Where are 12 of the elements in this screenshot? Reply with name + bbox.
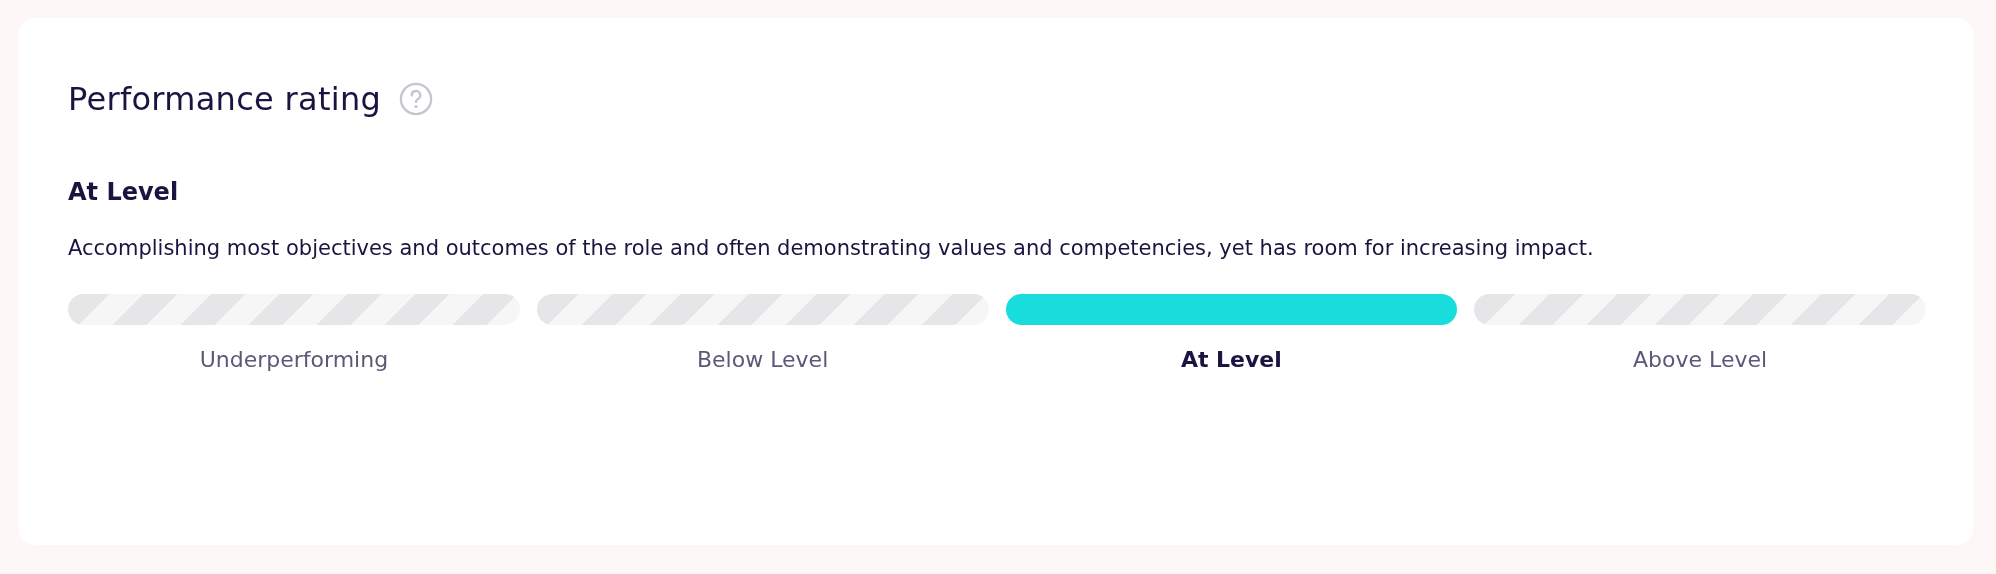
level-label: Underperforming <box>199 347 389 372</box>
rating-description: Accomplishing most objectives and outcomes of the role and often demonstrating values and competencies, yet has room for increasing impact. <box>68 235 1595 262</box>
rating-bar[interactable] <box>536 294 989 325</box>
rating-name: At Level <box>68 178 180 206</box>
level-label: Above Level <box>1633 347 1768 372</box>
help-icon[interactable] <box>399 82 434 116</box>
level-label: Below Level <box>697 347 829 372</box>
rating-bar[interactable] <box>68 294 520 325</box>
rating-bar[interactable] <box>1474 294 1926 325</box>
level-label: At Level <box>1180 347 1282 372</box>
rating-bar[interactable] <box>1005 294 1458 325</box>
card-title: Performance rating <box>68 80 382 118</box>
